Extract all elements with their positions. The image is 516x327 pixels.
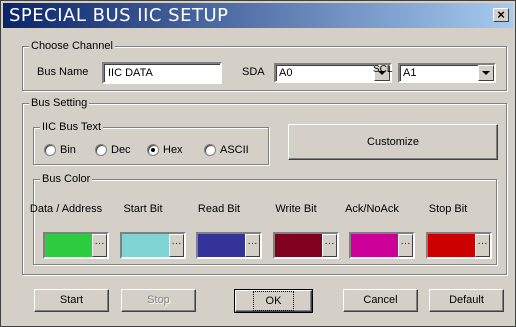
bus-text-label: IIC Bus Text: [40, 121, 104, 133]
color-label-data: Data / Address: [29, 203, 103, 215]
choose-channel-label: Choose Channel: [29, 40, 115, 52]
radio-hex-label: Hex: [163, 144, 183, 156]
bus-name-label: Bus Name: [37, 66, 89, 78]
color-swatch-write: [275, 234, 322, 257]
color-picker-write[interactable]: ···: [273, 232, 339, 259]
bus-name-input[interactable]: IIC DATA: [102, 62, 222, 84]
window-title: SPECIAL BUS IIC SETUP: [9, 5, 229, 26]
radio-dec-label: Dec: [111, 144, 131, 156]
close-icon[interactable]: ×: [493, 8, 509, 22]
scl-select[interactable]: A1: [398, 63, 496, 83]
sda-value: A0: [279, 67, 293, 79]
color-picker-read[interactable]: ···: [196, 232, 262, 259]
radio-hex-dot[interactable]: [147, 144, 159, 156]
color-label-ack: Ack/NoAck: [345, 203, 399, 215]
color-label-write: Write Bit: [275, 203, 317, 215]
choose-channel-group: Choose Channel Bus Name IIC DATA SDA A0 …: [22, 40, 507, 91]
bus-setting-label: Bus Setting: [29, 97, 90, 109]
scl-label: SCL: [373, 64, 393, 75]
color-label-stop: Stop Bit: [428, 203, 468, 215]
bus-color-label: Bus Color: [40, 173, 93, 185]
bus-text-group: IIC Bus Text Bin Dec Hex ASCII: [33, 121, 269, 165]
stop-button[interactable]: Stop: [121, 289, 196, 312]
radio-ascii-label: ASCII: [220, 144, 249, 156]
scl-value: A1: [403, 67, 417, 79]
ellipsis-icon[interactable]: ···: [322, 234, 337, 257]
color-picker-start[interactable]: ···: [120, 232, 186, 259]
color-swatch-start: [122, 234, 169, 257]
color-picker-data[interactable]: ···: [43, 232, 109, 259]
radio-bin-label: Bin: [60, 144, 76, 156]
color-picker-stop[interactable]: ···: [426, 232, 492, 259]
color-swatch-read: [198, 234, 245, 257]
bus-setting-group: Bus Setting IIC Bus Text Bin Dec Hex ASC…: [22, 97, 507, 275]
dialog-window: SPECIAL BUS IIC SETUP × Choose Channel B…: [0, 0, 516, 327]
radio-dec-dot[interactable]: [95, 144, 107, 156]
ellipsis-icon[interactable]: ···: [92, 234, 107, 257]
ellipsis-icon[interactable]: ···: [475, 234, 490, 257]
color-picker-ack[interactable]: ···: [349, 232, 415, 259]
ellipsis-icon[interactable]: ···: [169, 234, 184, 257]
ok-button[interactable]: OK: [234, 289, 313, 313]
radio-bin-dot[interactable]: [44, 144, 56, 156]
chevron-down-icon[interactable]: [478, 65, 494, 81]
color-label-read: Read Bit: [197, 203, 241, 215]
start-button[interactable]: Start: [34, 289, 109, 312]
cancel-button[interactable]: Cancel: [343, 289, 418, 312]
ellipsis-icon[interactable]: ···: [398, 234, 413, 257]
ok-button-label: OK: [252, 291, 295, 311]
sda-label: SDA: [242, 66, 265, 78]
title-bar[interactable]: SPECIAL BUS IIC SETUP ×: [3, 3, 513, 28]
default-button[interactable]: Default: [429, 289, 504, 312]
color-swatch-stop: [428, 234, 475, 257]
ellipsis-icon[interactable]: ···: [245, 234, 260, 257]
radio-ascii-dot[interactable]: [204, 144, 216, 156]
color-swatch-ack: [351, 234, 398, 257]
customize-button[interactable]: Customize: [288, 124, 498, 160]
color-swatch-data: [45, 234, 92, 257]
bus-color-group: Bus Color Data / Address Start Bit Read …: [30, 173, 497, 265]
color-label-start: Start Bit: [123, 203, 163, 215]
